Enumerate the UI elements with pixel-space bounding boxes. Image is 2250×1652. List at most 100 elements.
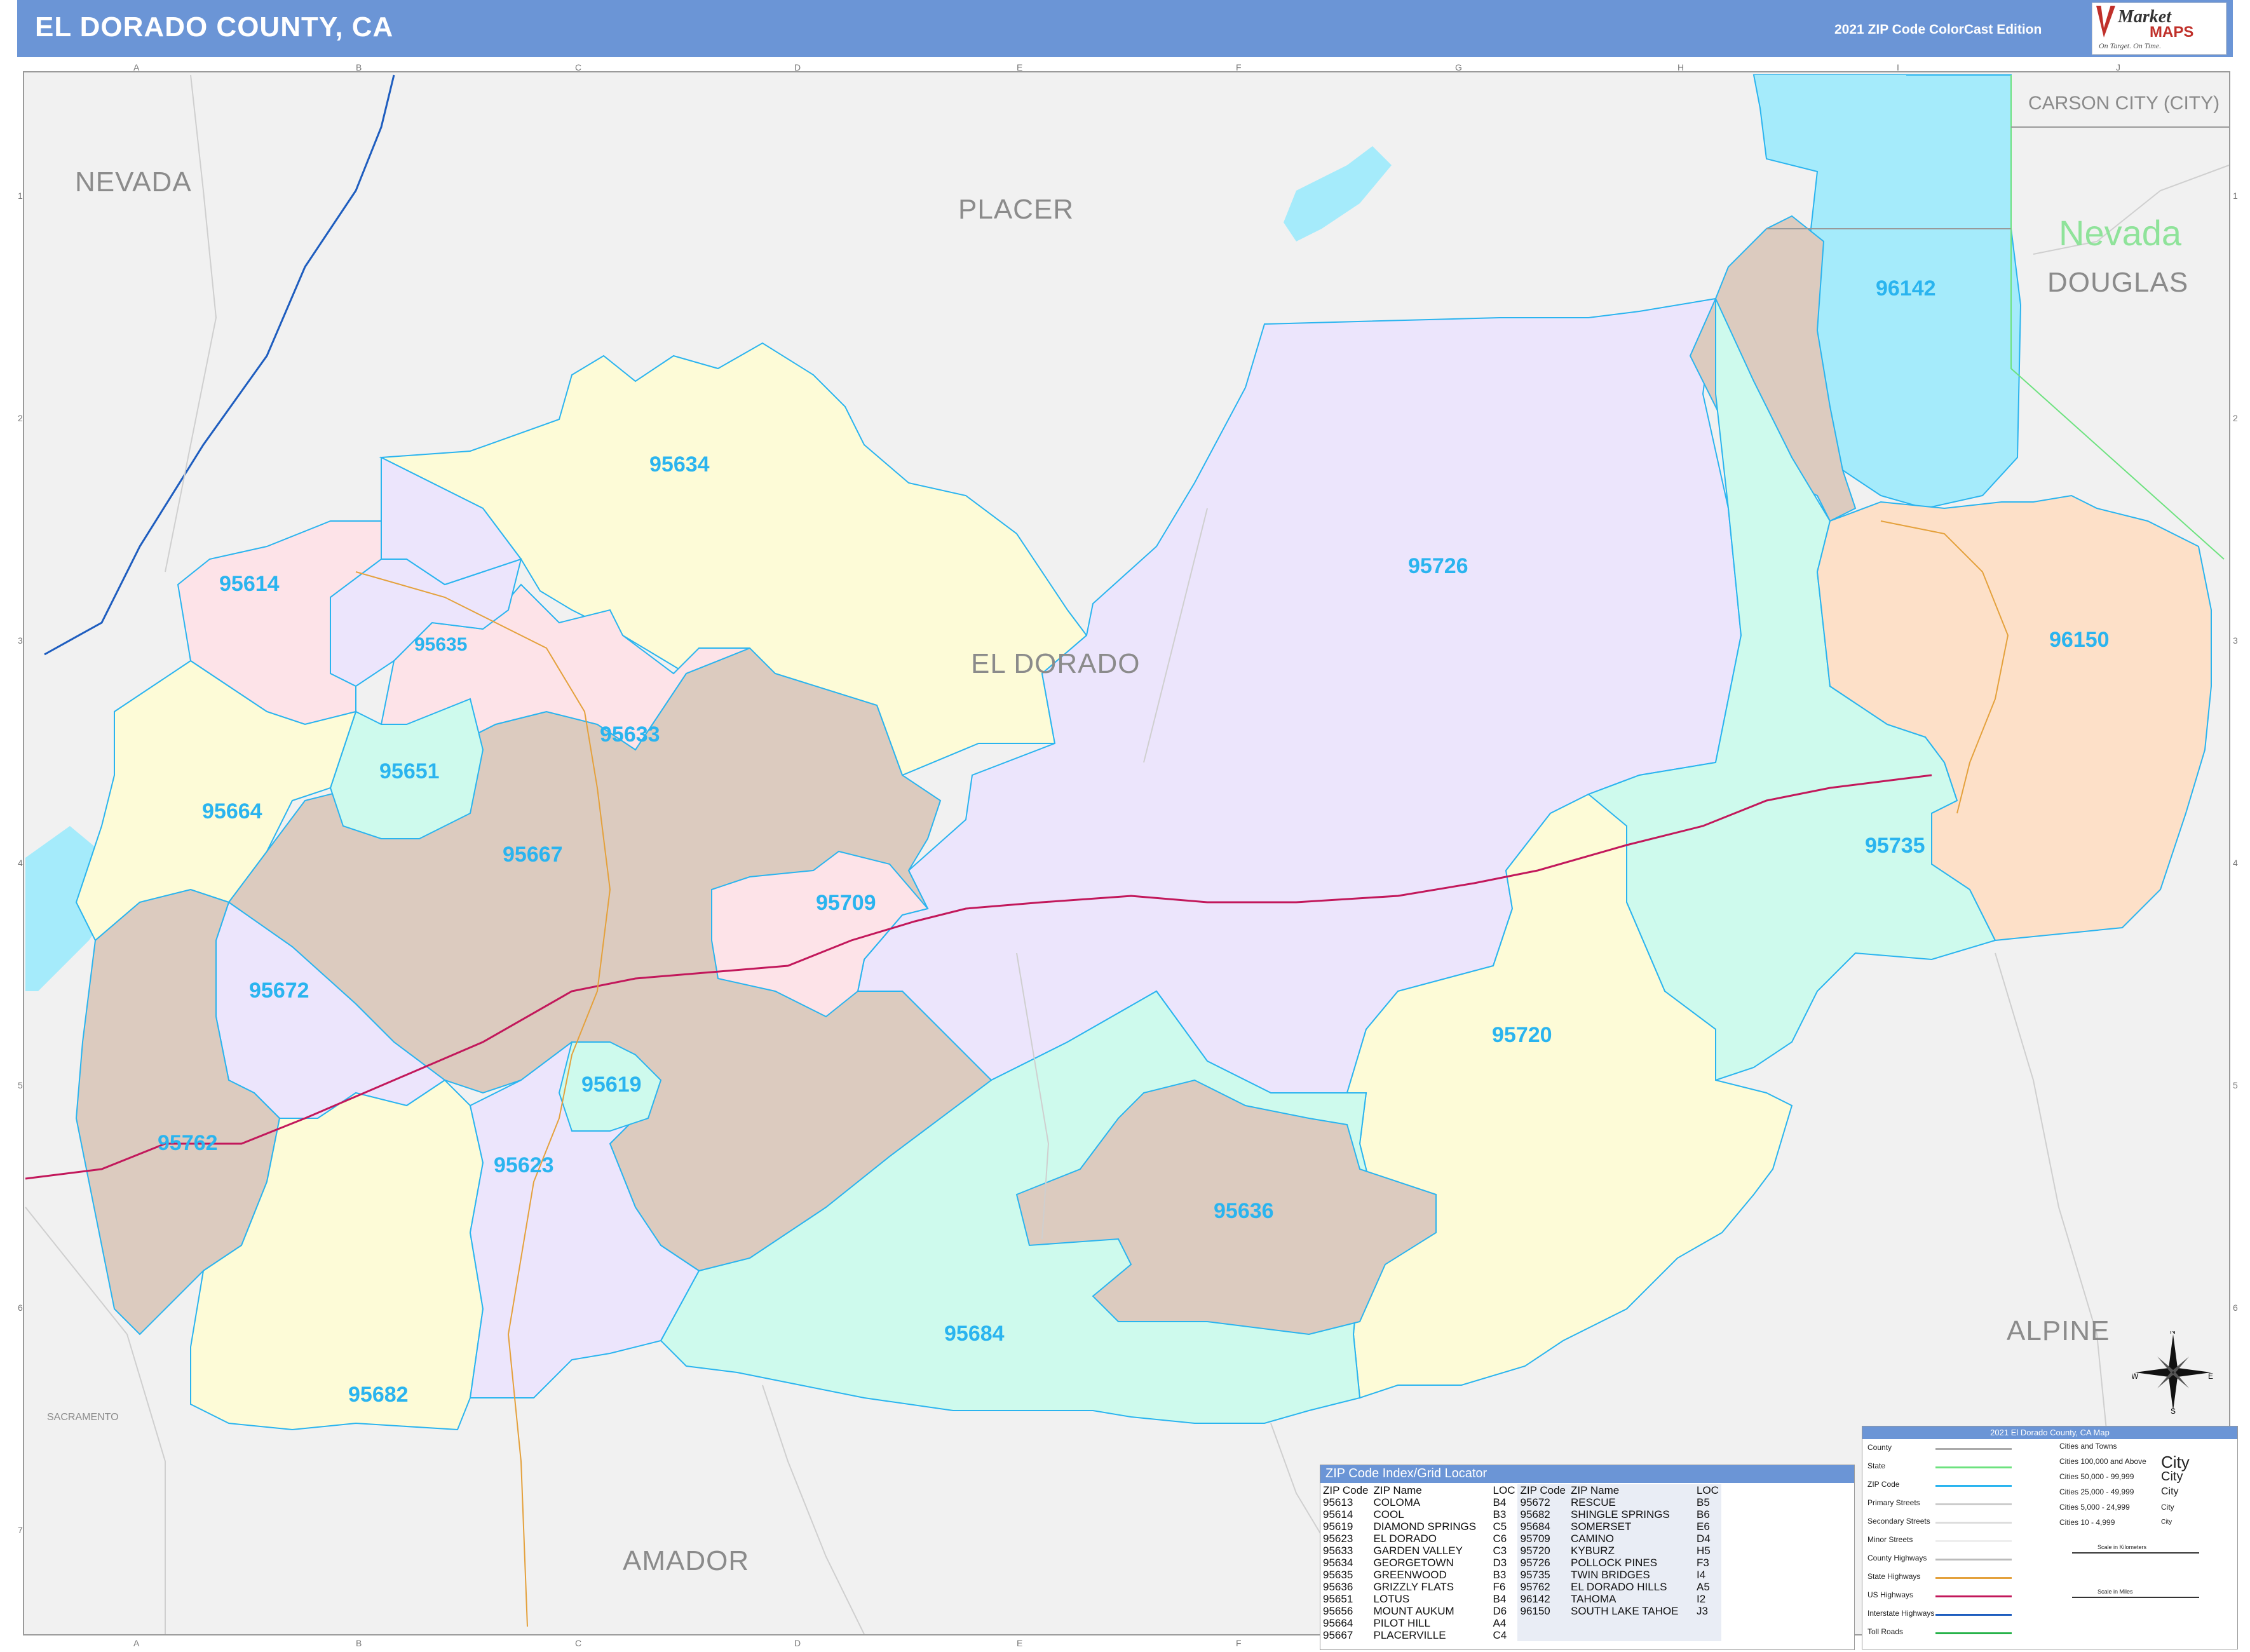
zip-label-95709[interactable]: 95709 — [816, 891, 876, 916]
scale-mi-bar — [2072, 1597, 2199, 1601]
zip-label-95634[interactable]: 95634 — [649, 452, 710, 477]
index-cell — [1568, 1617, 1694, 1629]
index-cell: D6 — [1493, 1605, 1507, 1617]
index-cell: 95684 — [1517, 1520, 1568, 1533]
index-row: 95613 COLOMA B4 95672 RESCUE B5 — [1320, 1496, 1721, 1508]
index-row: 95656 MOUNT AUKUM D6 96150 SOUTH LAKE TAHOE J… — [1320, 1605, 1721, 1617]
index-cell: 96142 — [1517, 1593, 1568, 1605]
legend-line-sample — [1935, 1522, 2012, 1524]
zip-label-96142[interactable]: 96142 — [1876, 276, 1936, 301]
index-cell: EL DORADO HILLS — [1568, 1581, 1694, 1593]
road-2 — [762, 1385, 865, 1634]
index-cell: 95735 — [1517, 1569, 1568, 1581]
zip-label-95636[interactable]: 95636 — [1214, 1199, 1274, 1224]
state-line — [2010, 75, 2225, 560]
index-cell: 95709 — [1517, 1533, 1568, 1545]
zip-label-95619[interactable]: 95619 — [581, 1073, 642, 1097]
index-cell: 95634 — [1323, 1557, 1353, 1569]
index-cell: B4 — [1493, 1593, 1507, 1605]
col-header-zip-2: ZIP Code — [1517, 1484, 1568, 1496]
legend-city-label: Cities 100,000 and Above — [2059, 1457, 2146, 1466]
index-cell: POLLOCK PINES — [1568, 1557, 1694, 1569]
road-5 — [1995, 952, 2110, 1462]
map-canvas[interactable] — [0, 0, 2250, 1652]
legend-line-label: County — [1867, 1443, 1892, 1452]
index-cell: 95635 — [1323, 1569, 1353, 1581]
zip-label-95735[interactable]: 95735 — [1865, 834, 1925, 858]
legend-line-label: Primary Streets — [1867, 1498, 1920, 1507]
legend-line-label: Interstate Highways — [1867, 1609, 1935, 1618]
region-sacramento: SACRAMENTO — [47, 1412, 119, 1423]
index-cell: C3 — [1493, 1545, 1507, 1557]
zip-label-95614[interactable]: 95614 — [219, 572, 280, 597]
index-row: 95634 GEORGETOWN D3 95726 POLLOCK PINES F3 — [1320, 1557, 1721, 1569]
index-cell: A4 — [1493, 1617, 1507, 1629]
index-cell: SOUTH LAKE TAHOE — [1568, 1605, 1694, 1617]
region-placer: PLACER — [958, 194, 1074, 225]
legend-line-sample — [1935, 1632, 2012, 1634]
index-cell: 95651 — [1323, 1593, 1353, 1605]
zip-label-96150[interactable]: 96150 — [2049, 628, 2110, 653]
zip-label-95684[interactable]: 95684 — [944, 1322, 1005, 1346]
index-cell: KYBURZ — [1568, 1545, 1694, 1557]
legend-city-sample: City — [2161, 1519, 2172, 1526]
zip-label-95651[interactable]: 95651 — [379, 759, 440, 784]
zip-index: ZIP Code Index/Grid Locator ZIP Code ZIP… — [1320, 1465, 1855, 1650]
legend-line-label: Toll Roads — [1867, 1627, 1904, 1636]
legend-line-sample — [1935, 1503, 2012, 1505]
index-cell: F3 — [1694, 1557, 1721, 1569]
index-cell: GRIZZLY FLATS — [1373, 1581, 1454, 1593]
compass-rose-icon: N S E W — [2132, 1331, 2213, 1414]
index-cell: TAHOMA — [1568, 1593, 1694, 1605]
zip-label-95762[interactable]: 95762 — [158, 1131, 218, 1156]
index-cell: MOUNT AUKUM — [1373, 1605, 1454, 1617]
index-cell: RESCUE — [1568, 1496, 1694, 1508]
zip-index-title: ZIP Code Index/Grid Locator — [1320, 1465, 1854, 1483]
zip-label-95664[interactable]: 95664 — [202, 799, 262, 824]
index-cell: 95636 — [1323, 1581, 1353, 1593]
legend-title: 2021 El Dorado County, CA Map — [1862, 1426, 2237, 1439]
compass-s: S — [2171, 1407, 2176, 1414]
legend-city-sample: City — [2161, 1470, 2183, 1484]
col-header-name: ZIP Name — [1373, 1484, 1422, 1496]
index-cell: PILOT HILL — [1373, 1617, 1430, 1629]
region-douglas: DOUGLAS — [2047, 267, 2189, 298]
legend-line-label: US Highways — [1867, 1590, 1914, 1599]
index-cell — [1568, 1629, 1694, 1641]
zip-label-95682[interactable]: 95682 — [348, 1383, 409, 1407]
legend-city-label: Cities 50,000 - 99,999 — [2059, 1472, 2134, 1481]
zip-index-body: 95613 COLOMA B4 95672 RESCUE B5 95614 COOL B3 956… — [1320, 1496, 1721, 1641]
index-cell: C6 — [1493, 1533, 1507, 1545]
scale-km-label: Scale in Kilometers — [2098, 1544, 2147, 1550]
zip-label-95726[interactable]: 95726 — [1408, 554, 1468, 579]
zip-label-95623[interactable]: 95623 — [494, 1153, 554, 1178]
index-cell: SHINGLE SPRINGS — [1568, 1508, 1694, 1520]
index-cell: 95664 — [1323, 1617, 1353, 1629]
legend-city-label: Cities 5,000 - 24,999 — [2059, 1503, 2130, 1512]
legend-line-sample — [1935, 1466, 2012, 1468]
region-nevada-state: Nevada — [2059, 213, 2182, 253]
index-cell: F6 — [1493, 1581, 1506, 1593]
index-cell: COOL — [1373, 1508, 1404, 1520]
zip-label-95720[interactable]: 95720 — [1492, 1023, 1552, 1048]
compass-w: W — [2132, 1372, 2139, 1381]
index-cell: D4 — [1694, 1533, 1721, 1545]
index-cell: 96150 — [1517, 1605, 1568, 1617]
region-carson-city: CARSON CITY (CITY) — [2028, 93, 2220, 114]
zip-label-95635[interactable]: 95635 — [414, 634, 467, 656]
col-header-name-2: ZIP Name — [1568, 1484, 1694, 1496]
compass-n: N — [2170, 1331, 2176, 1336]
zip-label-95633[interactable]: 95633 — [600, 722, 660, 747]
legend-line-label: State Highways — [1867, 1572, 1921, 1581]
index-row: 95651 LOTUS B4 96142 TAHOMA I2 — [1320, 1593, 1721, 1605]
legend-city-sample: City — [2161, 1503, 2174, 1512]
zip-label-95672[interactable]: 95672 — [249, 978, 309, 1003]
index-cell: J3 — [1694, 1605, 1721, 1617]
lake-placer — [1284, 146, 1392, 241]
zip-label-95667[interactable]: 95667 — [503, 843, 563, 867]
index-cell — [1517, 1629, 1568, 1641]
index-cell: C5 — [1493, 1520, 1507, 1533]
index-cell — [1694, 1617, 1721, 1629]
index-cell: GARDEN VALLEY — [1373, 1545, 1463, 1557]
index-cell: 95762 — [1517, 1581, 1568, 1593]
